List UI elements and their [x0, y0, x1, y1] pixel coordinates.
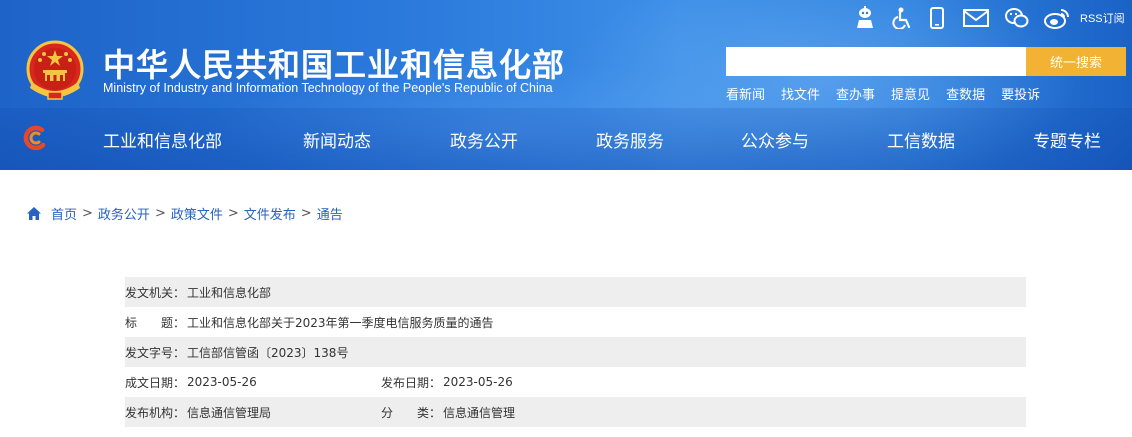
- nav-item-label: 新闻动态: [303, 132, 371, 152]
- nav-item-gov-affairs[interactable]: 政务公开: [450, 127, 518, 152]
- home-icon[interactable]: [26, 206, 42, 221]
- nav-logo-icon[interactable]: [22, 125, 48, 151]
- quick-link-data[interactable]: 查数据: [946, 84, 985, 103]
- breadcrumb-separator: >: [82, 206, 93, 221]
- nav-item-label: 工业和信息化部: [103, 132, 222, 152]
- breadcrumb: 首页 > 政务公开 > 政策文件 > 文件发布 > 通告: [26, 204, 343, 223]
- quick-link-complaint[interactable]: 要投诉: [1001, 84, 1040, 103]
- nav-item-topics[interactable]: 专题专栏: [1033, 127, 1101, 152]
- nav-item-label: 政务服务: [596, 132, 664, 152]
- nav-item-ministry[interactable]: 工业和信息化部: [103, 127, 222, 152]
- weibo-icon[interactable]: [1043, 6, 1071, 30]
- breadcrumb-separator: >: [300, 206, 312, 221]
- quick-links: 看新闻 找文件 查办事 提意见 查数据 要投诉: [726, 84, 1056, 103]
- search-input[interactable]: [726, 47, 1026, 76]
- wechat-icon[interactable]: [1005, 6, 1029, 30]
- breadcrumb-policy-docs[interactable]: 政策文件: [171, 204, 223, 223]
- title-label: 标 题：: [125, 315, 186, 330]
- category-label: 分 类：: [381, 405, 442, 420]
- info-row-dates: 成文日期： 2023-05-26 发布日期： 2023-05-26: [125, 367, 1026, 397]
- doc-number-value: 工信部信管函〔2023〕138号: [187, 345, 349, 360]
- issuer-label: 发文机关：: [125, 285, 186, 300]
- nav-item-label: 公众参与: [741, 132, 809, 152]
- publish-date-value: 2023-05-26: [443, 375, 513, 389]
- breadcrumb-doc-release[interactable]: 文件发布: [244, 204, 296, 223]
- accessibility-icon[interactable]: [892, 6, 912, 30]
- title-value: 工业和信息化部关于2023年第一季度电信服务质量的通告: [187, 315, 494, 330]
- doc-number-label: 发文字号：: [125, 345, 186, 360]
- nav-item-label: 专题专栏: [1033, 132, 1101, 152]
- site-title: 中华人民共和国工业和信息化部: [103, 46, 566, 84]
- robot-icon[interactable]: [855, 6, 875, 30]
- agency-value: 信息通信管理局: [187, 405, 272, 420]
- nav-item-participation[interactable]: 公众参与: [741, 127, 809, 152]
- mobile-icon[interactable]: [929, 6, 945, 30]
- document-info-table: 发文机关： 工业和信息化部 标 题： 工业和信息化部关于2023年第一季度电信服…: [125, 277, 1026, 427]
- info-row-agency: 发布机构： 信息通信管理局 分 类： 信息通信管理: [125, 397, 1026, 427]
- quick-link-services[interactable]: 查办事: [836, 84, 875, 103]
- national-emblem-icon[interactable]: [24, 38, 86, 102]
- info-row-issuer: 发文机关： 工业和信息化部: [125, 277, 1026, 307]
- search-button[interactable]: 统一搜索: [1026, 47, 1126, 76]
- quick-link-news[interactable]: 看新闻: [726, 84, 765, 103]
- quick-link-feedback[interactable]: 提意见: [891, 84, 930, 103]
- category-value: 信息通信管理: [443, 405, 516, 420]
- breadcrumb-gov-affairs[interactable]: 政务公开: [98, 204, 150, 223]
- nav-item-gov-services[interactable]: 政务服务: [596, 127, 664, 152]
- mail-icon[interactable]: [963, 6, 989, 30]
- breadcrumb-home[interactable]: 首页: [51, 204, 77, 223]
- quick-link-files[interactable]: 找文件: [781, 84, 820, 103]
- nav-item-news[interactable]: 新闻动态: [303, 127, 371, 152]
- info-row-doc-number: 发文字号： 工信部信管函〔2023〕138号: [125, 337, 1026, 367]
- breadcrumb-separator: >: [227, 206, 239, 221]
- written-date-label: 成文日期：: [125, 375, 186, 390]
- nav-item-label: 工信数据: [887, 132, 955, 152]
- info-row-title: 标 题： 工业和信息化部关于2023年第一季度电信服务质量的通告: [125, 307, 1026, 337]
- rss-subscribe-link[interactable]: RSS订阅: [1080, 10, 1125, 26]
- site-subtitle: Ministry of Industry and Information Tec…: [103, 81, 553, 95]
- written-date-value: 2023-05-26: [187, 375, 257, 389]
- nav-item-data[interactable]: 工信数据: [887, 127, 955, 152]
- nav-item-label: 政务公开: [450, 132, 518, 152]
- agency-label: 发布机构：: [125, 405, 186, 420]
- breadcrumb-notice[interactable]: 通告: [317, 204, 343, 223]
- publish-date-label: 发布日期：: [381, 375, 442, 390]
- breadcrumb-separator: >: [154, 206, 166, 221]
- issuer-value: 工业和信息化部: [187, 285, 272, 300]
